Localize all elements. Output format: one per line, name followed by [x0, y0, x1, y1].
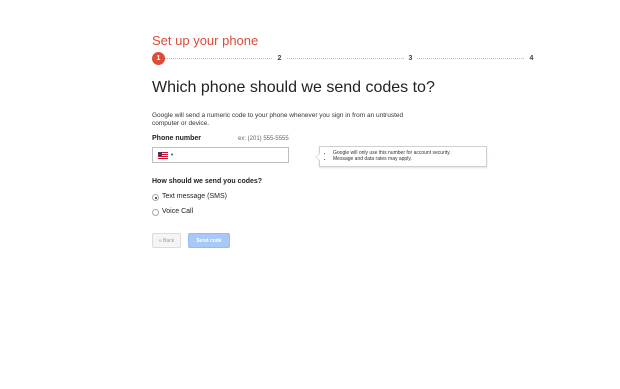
step-4-indicator: 4 — [525, 52, 538, 65]
send-code-button[interactable]: Send code — [188, 233, 230, 248]
info-tooltip: Google will only use this number for acc… — [315, 146, 487, 167]
phone-number-field: ▼ — [152, 147, 289, 163]
sms-option[interactable]: Text message (SMS) — [152, 193, 312, 203]
step-2-indicator: 2 — [273, 52, 286, 65]
voice-call-option[interactable]: Voice Call — [152, 208, 312, 218]
step-progress: 1 2 3 4 — [152, 52, 538, 66]
step-3-indicator: 3 — [404, 52, 417, 65]
voice-call-option-label: Voice Call — [162, 208, 194, 215]
tooltip-item: Message and data rates may apply. — [333, 156, 486, 162]
description-text: Google will send a numeric code to your … — [152, 112, 404, 127]
phone-example-hint: ex: (201) 555-5555 — [238, 136, 289, 142]
step-1-indicator: 1 — [152, 52, 165, 65]
main-heading: Which phone should we send codes to? — [152, 79, 435, 96]
phone-number-label: Phone number — [152, 135, 202, 142]
back-button[interactable]: « Back — [152, 233, 181, 248]
us-flag-icon[interactable] — [158, 152, 168, 159]
delivery-question: How should we send you codes? — [152, 178, 263, 185]
page-title: Set up your phone — [152, 33, 259, 48]
step-connector — [162, 58, 528, 59]
phone-number-input[interactable] — [179, 149, 286, 161]
radio-sms[interactable] — [152, 194, 159, 201]
radio-voice-call[interactable] — [152, 209, 159, 216]
sms-option-label: Text message (SMS) — [162, 193, 227, 200]
chevron-down-icon[interactable]: ▼ — [170, 152, 174, 157]
